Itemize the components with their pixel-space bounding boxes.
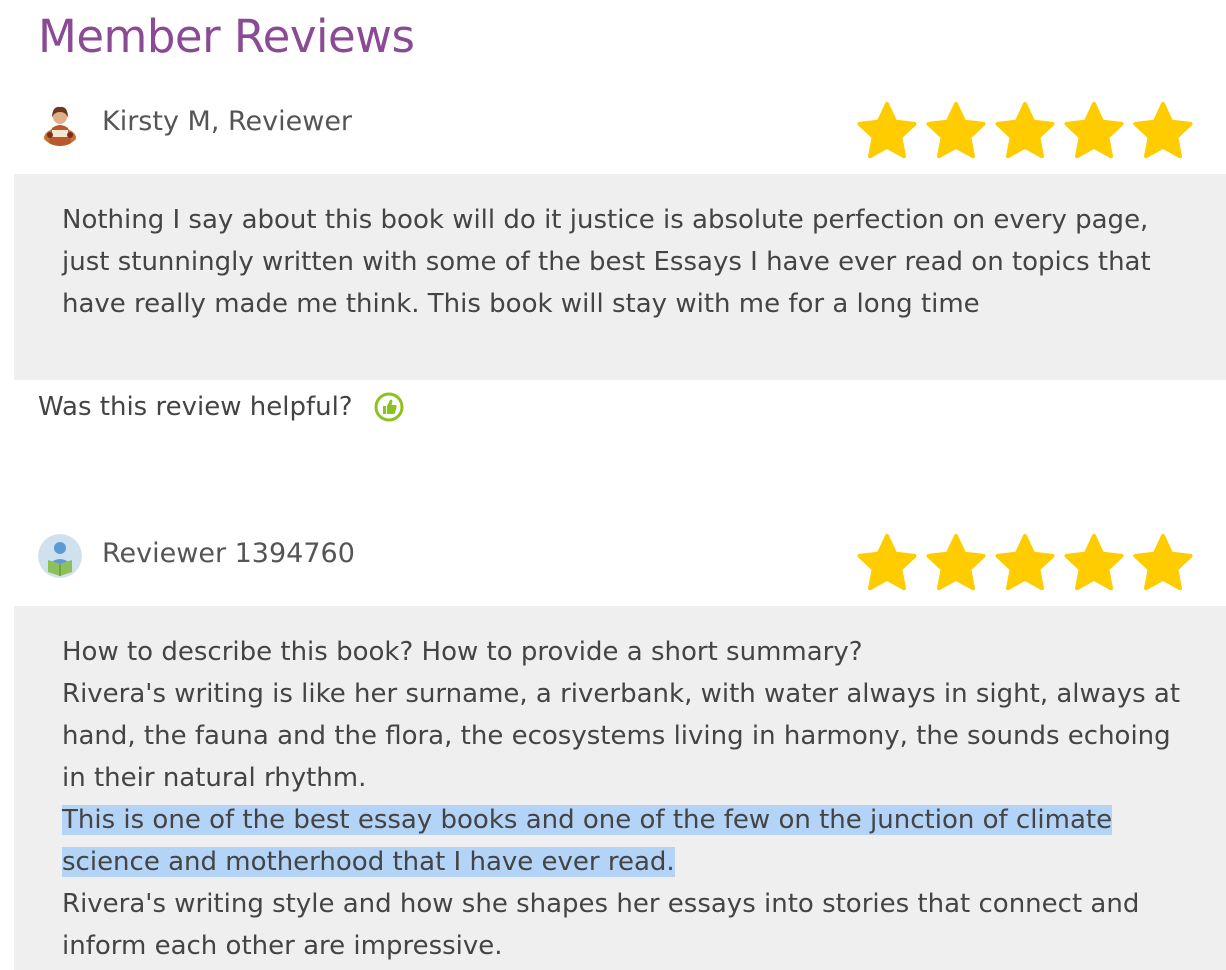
review-text: How to describe this book? How to provid…: [62, 631, 1202, 967]
star-icon: [856, 101, 918, 163]
star-icon: [1132, 101, 1194, 163]
review-body: Nothing I say about this book will do it…: [14, 174, 1226, 380]
page-title: Member Reviews: [38, 10, 415, 63]
review-body: How to describe this book? How to provid…: [14, 606, 1226, 970]
review-header: Reviewer 1394760: [0, 530, 1226, 591]
star-icon: [994, 533, 1056, 595]
star-icon: [1063, 101, 1125, 163]
star-rating: [856, 101, 1196, 163]
review-paragraph-highlighted: This is one of the best essay books and …: [62, 799, 1202, 883]
star-icon: [1063, 533, 1125, 595]
review-header: Kirsty M, Reviewer: [0, 98, 1226, 159]
selected-text[interactable]: This is one of the best essay books and …: [62, 805, 1113, 877]
reviewer-name: Kirsty M, Reviewer: [102, 106, 353, 137]
helpful-prompt: Was this review helpful?: [38, 392, 404, 432]
review-paragraph: Nothing I say about this book will do it…: [62, 205, 1151, 319]
star-icon: [1132, 533, 1194, 595]
star-icon: [856, 533, 918, 595]
review-paragraph: How to describe this book? How to provid…: [62, 637, 863, 667]
reader-portrait-avatar-icon[interactable]: [38, 102, 82, 146]
helpful-label: Was this review helpful?: [38, 392, 353, 422]
star-icon: [925, 101, 987, 163]
star-icon: [994, 101, 1056, 163]
review-paragraph: Rivera's writing style and how she shape…: [62, 889, 1140, 961]
review-paragraph: Rivera's writing is like her surname, a …: [62, 679, 1181, 793]
generic-reader-avatar-icon[interactable]: [38, 534, 82, 578]
review-text: Nothing I say about this book will do it…: [62, 199, 1202, 325]
star-rating: [856, 533, 1196, 595]
reviewer-name: Reviewer 1394760: [102, 538, 355, 569]
thumbs-up-icon[interactable]: [374, 392, 404, 422]
star-icon: [925, 533, 987, 595]
